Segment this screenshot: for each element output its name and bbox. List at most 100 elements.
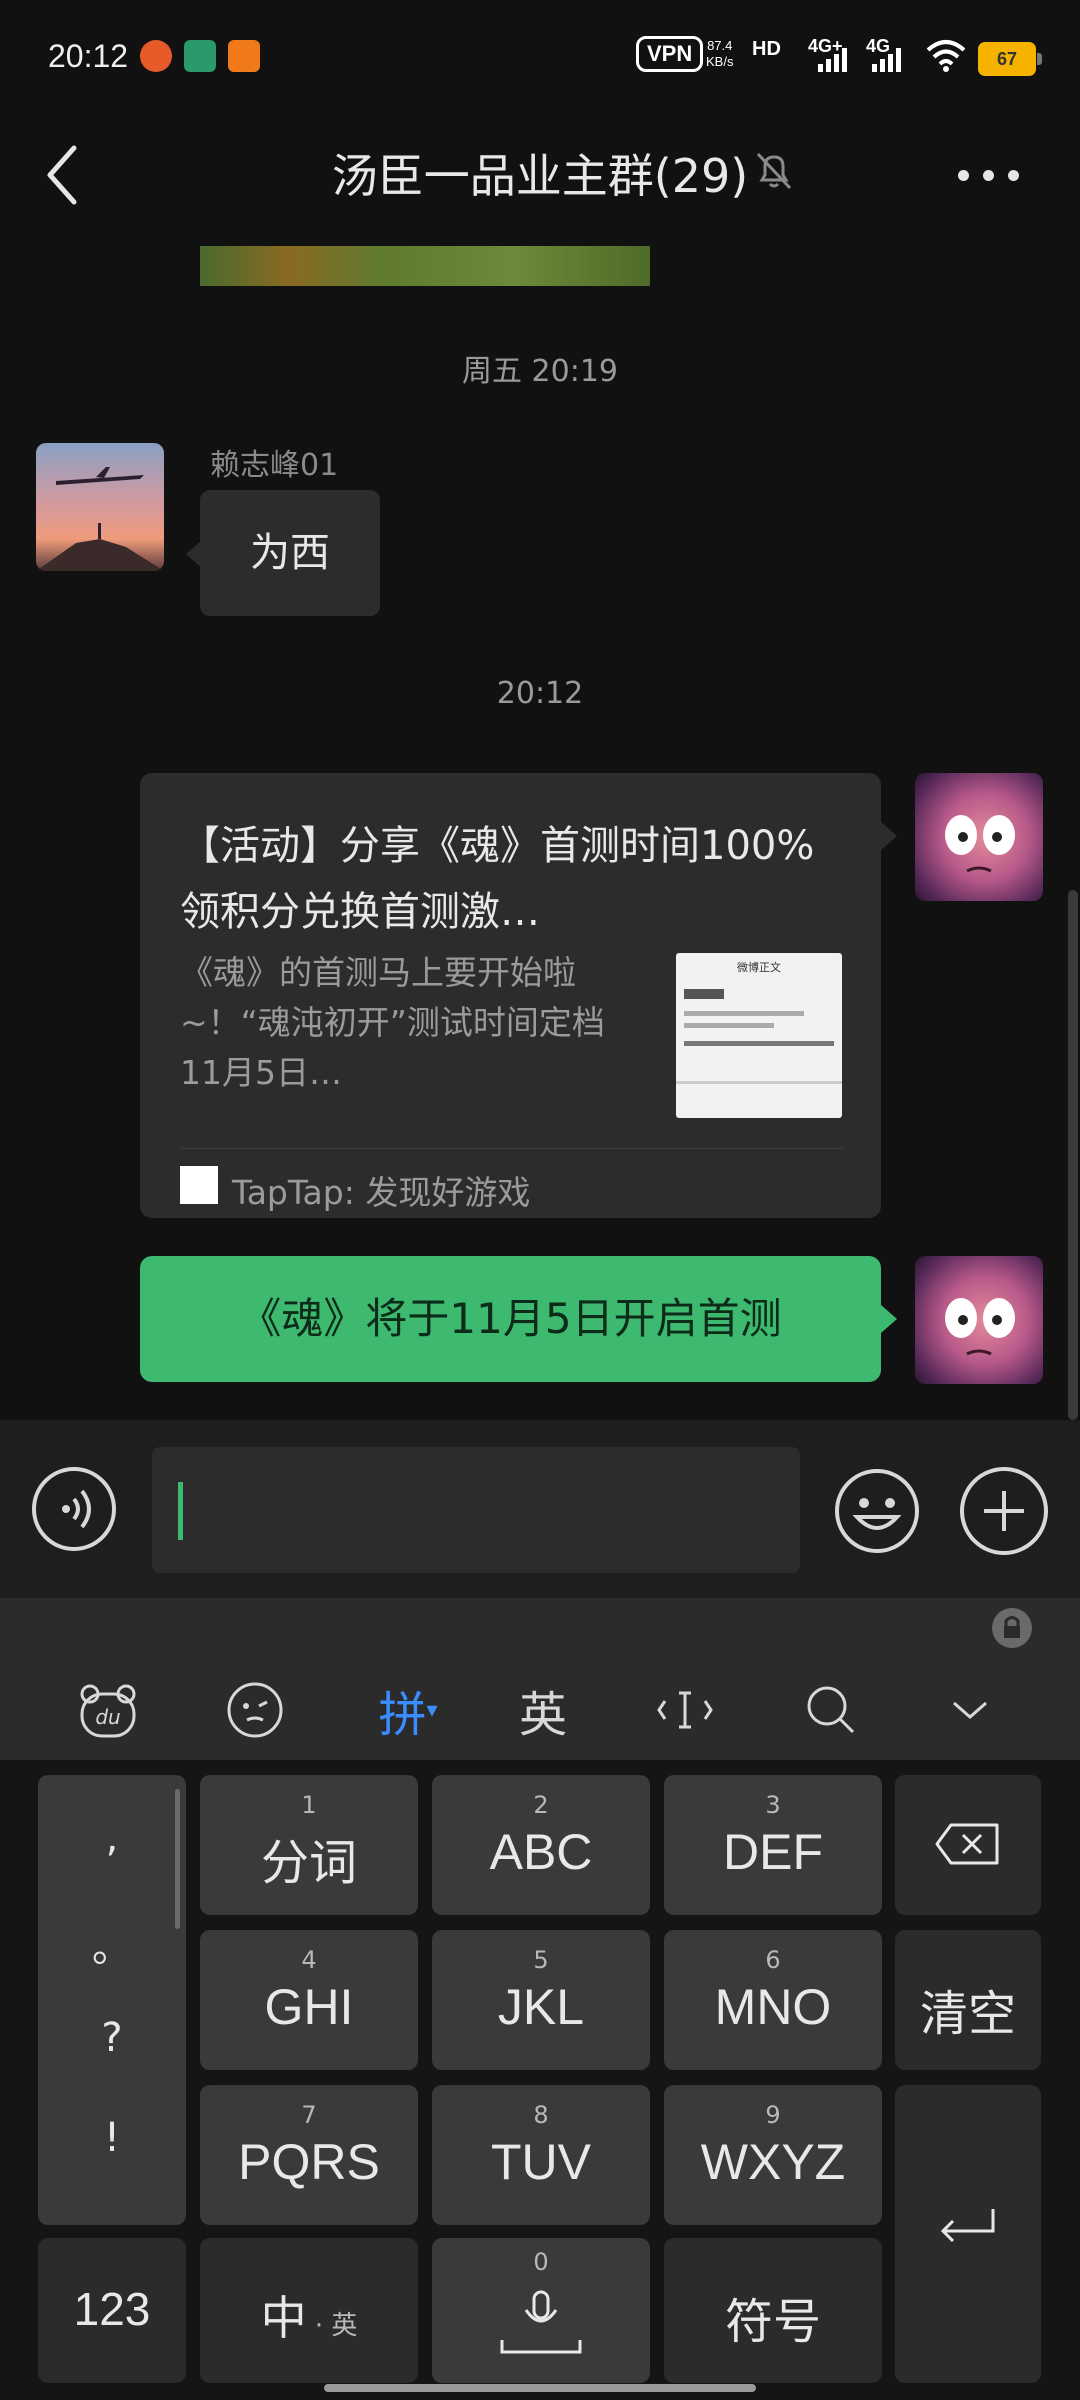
key-number: 1	[301, 1791, 317, 1819]
chat-title: 汤臣一品业主群(29)	[331, 149, 749, 203]
plus-icon	[984, 1491, 1024, 1531]
punctuation-list[interactable]: , 。 ? !	[38, 1775, 186, 2225]
space-key[interactable]: 0	[432, 2238, 650, 2383]
key-number: 9	[765, 2101, 781, 2129]
dropdown-icon: ▾	[426, 1697, 438, 1723]
key-label: GHI	[264, 1979, 354, 2035]
bubble-tail	[881, 1305, 897, 1333]
key-label: 123	[73, 2283, 151, 2335]
key-number: 2	[533, 1791, 549, 1819]
cursor-move-button[interactable]	[650, 1680, 720, 1740]
pinyin-label: 拼	[378, 1687, 427, 1743]
link-card-message[interactable]: 【活动】分享《魂》首测时间100%领积分兑换首测激… 《魂》的首测马上要开始啦~…	[140, 773, 881, 1218]
mute-bell-icon	[756, 152, 792, 190]
microphone-space-icon	[500, 2290, 582, 2354]
english-mode-button[interactable]: 英	[508, 1680, 578, 1743]
card-description: 《魂》的首测马上要开始啦~！“魂沌初开”测试时间定档11月5日…	[180, 953, 605, 1092]
key-label: 符号	[724, 2294, 821, 2350]
key-2-abc[interactable]: 2 ABC	[432, 1775, 650, 1915]
app-notification-icon	[228, 40, 260, 72]
key-6-mno[interactable]: 6 MNO	[664, 1930, 882, 2070]
vpn-badge: VPN	[636, 36, 704, 72]
home-indicator[interactable]	[324, 2384, 756, 2392]
punct-comma[interactable]: ,	[38, 1815, 186, 1861]
more-options-icon[interactable]	[958, 170, 1019, 181]
key-label: DEF	[723, 1824, 823, 1880]
lock-icon[interactable]	[990, 1606, 1034, 1650]
baidu-logo-icon[interactable]: du	[70, 1680, 146, 1740]
language-switch-key[interactable]: 中 · 英	[200, 2238, 418, 2383]
timestamp: 周五 20:19	[462, 354, 618, 389]
hd-badge: HD	[752, 38, 781, 60]
app-notification-icon	[140, 40, 172, 72]
avatar[interactable]	[36, 443, 164, 571]
punct-scrollbar	[175, 1789, 180, 1929]
cartoon-face-icon	[945, 1298, 1015, 1356]
symbols-key[interactable]: 符号	[664, 2238, 882, 2383]
punct-exclaim[interactable]: !	[38, 2115, 186, 2161]
wink-face-icon	[227, 1682, 283, 1738]
message-input[interactable]	[152, 1447, 800, 1573]
collapse-keyboard-button[interactable]	[940, 1680, 1000, 1740]
card-source: TapTap: 发现好游戏	[232, 1173, 531, 1212]
timestamp: 20:12	[496, 676, 584, 711]
pinyin-mode-button[interactable]: 拼 ▾	[368, 1680, 448, 1743]
key-label: MNO	[714, 1979, 832, 2035]
key-label: 分词	[260, 1835, 357, 1891]
paw-icon: du	[80, 1684, 136, 1738]
emoji-button[interactable]	[833, 1467, 921, 1555]
card-title: 【活动】分享《魂》首测时间100%领积分兑换首测激…	[180, 823, 815, 935]
avatar[interactable]	[915, 1256, 1043, 1384]
network-speed: 87.4 KB/s	[706, 38, 733, 70]
airplane-photo-icon	[36, 467, 164, 571]
voice-icon	[62, 1489, 91, 1529]
key-label: 清空	[919, 1986, 1016, 2042]
card-thumbnail: 微博正文	[676, 953, 842, 1118]
key-3-def[interactable]: 3 DEF	[664, 1775, 882, 1915]
avatar[interactable]	[915, 773, 1043, 901]
punct-period[interactable]: 。	[38, 1915, 186, 1973]
key-label: TUV	[491, 2134, 591, 2190]
punct-question[interactable]: ?	[38, 2015, 186, 2061]
wifi-icon	[926, 40, 966, 72]
add-attachment-button[interactable]	[960, 1467, 1048, 1555]
key-label: PQRS	[238, 2134, 380, 2190]
sender-name: 赖志峰01	[210, 448, 339, 483]
key-9-wxyz[interactable]: 9 WXYZ	[664, 2085, 882, 2225]
en-label: 英	[331, 2311, 358, 2341]
incoming-message-bubble[interactable]: 为西	[200, 490, 380, 616]
text-cursor	[178, 1482, 183, 1540]
key-4-ghi[interactable]: 4 GHI	[200, 1930, 418, 2070]
key-7-pqrs[interactable]: 7 PQRS	[200, 2085, 418, 2225]
key-1-fenci[interactable]: 1 分词	[200, 1775, 418, 1915]
key-label: JKL	[497, 1979, 585, 2035]
key-label: ABC	[489, 1824, 593, 1880]
backspace-key[interactable]	[895, 1775, 1041, 1915]
numeric-switch-key[interactable]: 123	[38, 2238, 186, 2383]
app-notification-icon	[184, 40, 216, 72]
key-number: 0	[533, 2248, 549, 2276]
key-number: 5	[533, 1946, 549, 1974]
image-message[interactable]	[200, 246, 650, 286]
key-8-tuv[interactable]: 8 TUV	[432, 2085, 650, 2225]
speed-value: 87.4	[707, 38, 733, 53]
key-5-jkl[interactable]: 5 JKL	[432, 1930, 650, 2070]
chat-scrollbar[interactable]	[1068, 890, 1078, 1420]
card-divider	[180, 1148, 844, 1149]
enter-key[interactable]	[895, 2085, 1041, 2383]
outgoing-message-bubble[interactable]: 《魂》将于11月5日开启首测	[140, 1256, 881, 1382]
zh-label: 中	[260, 2291, 307, 2345]
emoji-panel-button[interactable]	[220, 1680, 290, 1740]
source-app-icon	[180, 1166, 218, 1204]
search-button[interactable]	[796, 1680, 866, 1740]
key-label: 中 · 英	[260, 2291, 358, 2345]
voice-input-button[interactable]	[32, 1467, 116, 1551]
key-number: 6	[765, 1946, 781, 1974]
text-cursor-icon	[657, 1691, 713, 1729]
speed-unit: KB/s	[706, 54, 734, 69]
key-label: WXYZ	[700, 2134, 846, 2190]
status-time: 20:12	[48, 38, 129, 74]
svg-text:du: du	[95, 1705, 120, 1729]
enter-icon	[940, 2209, 995, 2243]
clear-key[interactable]: 清空	[895, 1930, 1041, 2070]
